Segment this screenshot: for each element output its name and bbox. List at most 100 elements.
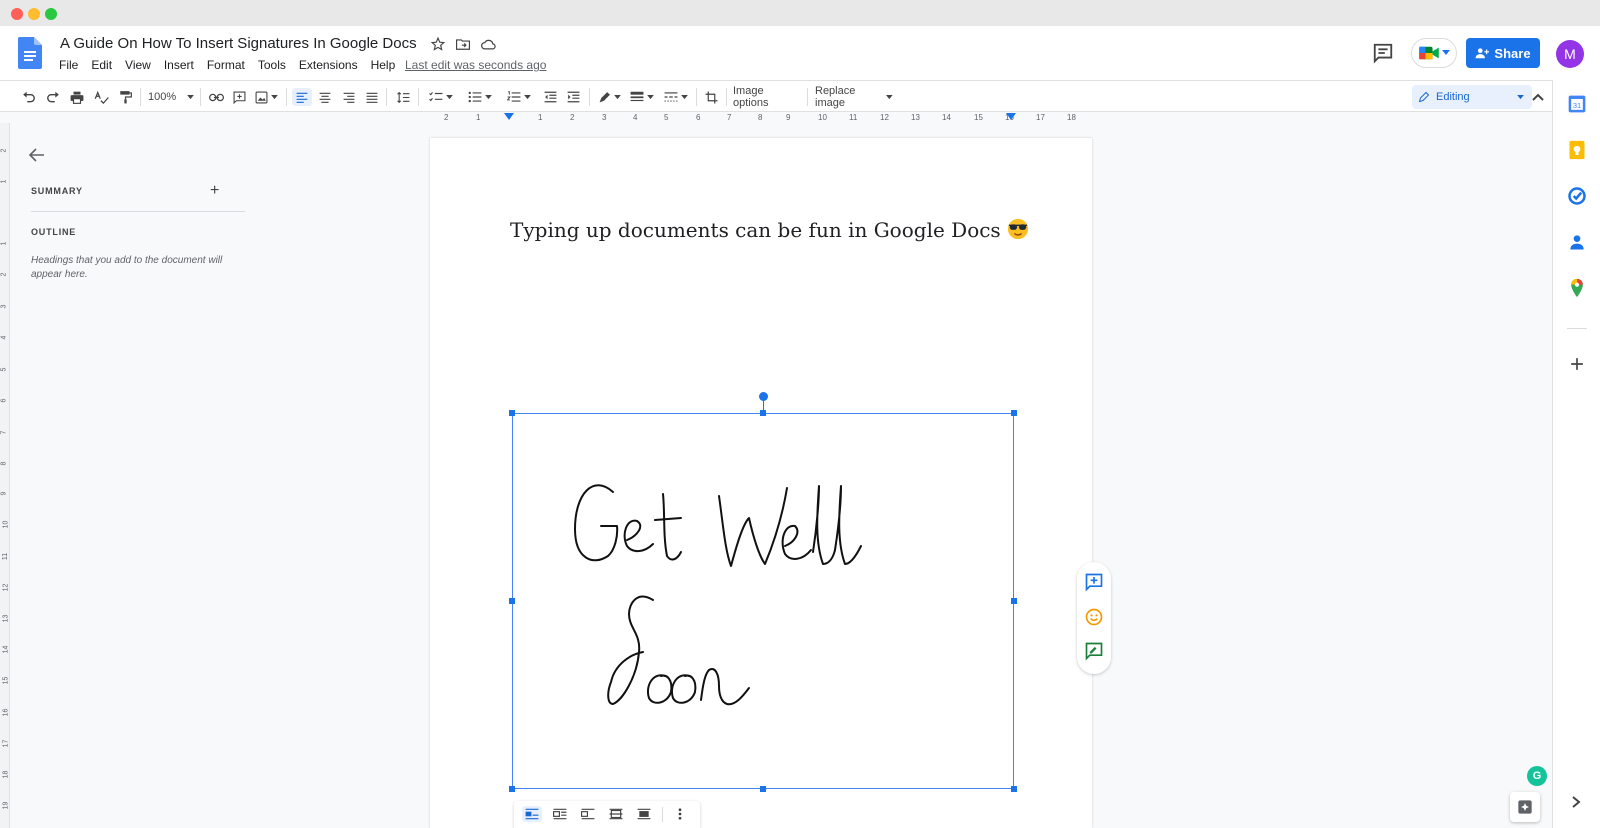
grammarly-icon[interactable]: G	[1527, 766, 1547, 786]
zoom-select[interactable]: 100%	[148, 88, 194, 106]
last-edit-link[interactable]: Last edit was seconds ago	[405, 58, 546, 72]
menu-file[interactable]: File	[59, 58, 78, 72]
comments-icon[interactable]	[1372, 42, 1394, 64]
window-titlebar	[0, 0, 1600, 26]
wrap-text-icon[interactable]	[550, 806, 570, 822]
chevron-down-icon	[647, 94, 654, 99]
inline-wrap-icon[interactable]	[522, 806, 542, 822]
ruler-tick: 2	[444, 113, 449, 122]
contacts-icon[interactable]	[1567, 232, 1587, 252]
ruler-tick: 3	[602, 113, 607, 122]
share-button[interactable]: Share	[1466, 38, 1540, 68]
resize-handle-se[interactable]	[1011, 786, 1017, 792]
docs-logo-icon[interactable]	[18, 37, 42, 69]
ruler-tick: 7	[727, 113, 732, 122]
image-options-button[interactable]: Image options	[733, 85, 801, 109]
account-avatar[interactable]: M	[1556, 40, 1584, 68]
line-spacing-icon[interactable]	[394, 88, 412, 106]
print-icon[interactable]	[68, 88, 86, 106]
border-weight-button[interactable]	[628, 88, 656, 106]
maps-icon[interactable]	[1567, 278, 1587, 298]
undo-icon[interactable]	[20, 88, 38, 106]
ruler-tick: 2	[0, 148, 8, 153]
minimize-window-button[interactable]	[28, 8, 40, 20]
break-text-icon[interactable]	[578, 806, 598, 822]
keep-icon[interactable]	[1567, 140, 1587, 160]
rotate-handle[interactable]	[759, 392, 768, 401]
add-icon[interactable]	[1567, 354, 1587, 374]
horizontal-ruler[interactable]: 2 1 1 2 3 4 5 6 7 8 9 10 11 12 13 14 15 …	[430, 113, 1092, 123]
resize-handle-ne[interactable]	[1011, 410, 1017, 416]
calendar-icon[interactable]: 31	[1567, 94, 1587, 114]
editing-mode-select[interactable]: Editing	[1412, 85, 1532, 109]
menu-help[interactable]: Help	[371, 58, 396, 72]
ruler-tick: 2	[0, 272, 8, 277]
menu-insert[interactable]: Insert	[164, 58, 194, 72]
align-right-icon[interactable]	[340, 88, 358, 106]
menu-edit[interactable]: Edit	[91, 58, 112, 72]
signature-image[interactable]	[512, 413, 1014, 789]
in-front-of-text-icon[interactable]	[634, 806, 654, 822]
back-arrow-icon[interactable]	[28, 146, 46, 164]
panel-divider	[31, 211, 245, 212]
resize-handle-nw[interactable]	[509, 410, 515, 416]
resize-handle-sw[interactable]	[509, 786, 515, 792]
explore-button[interactable]	[1510, 792, 1540, 822]
close-window-button[interactable]	[11, 8, 23, 20]
menu-format[interactable]: Format	[207, 58, 245, 72]
border-dash-button[interactable]	[662, 88, 690, 106]
paint-format-icon[interactable]	[116, 88, 134, 106]
add-comment-icon[interactable]	[1084, 572, 1104, 592]
vertical-ruler[interactable]: 2 1 1 2 3 4 5 6 7 8 9 10 11 12 13 14 15 …	[0, 123, 10, 828]
suggest-edits-icon[interactable]	[1084, 641, 1104, 661]
increase-indent-icon[interactable]	[564, 88, 582, 106]
right-indent-marker[interactable]	[1006, 113, 1016, 121]
replace-image-button[interactable]: Replace image	[815, 85, 893, 109]
behind-text-icon[interactable]	[606, 806, 626, 822]
justify-icon[interactable]	[363, 88, 381, 106]
cloud-saved-icon[interactable]	[479, 35, 497, 53]
star-icon[interactable]	[429, 35, 447, 53]
insert-link-icon[interactable]	[206, 88, 226, 106]
outline-heading: OUTLINE	[31, 227, 77, 237]
resize-handle-s[interactable]	[760, 786, 766, 792]
emoji-reaction-icon[interactable]	[1084, 607, 1104, 627]
chevron-down-icon	[613, 94, 621, 99]
ruler-tick: 5	[0, 367, 8, 372]
add-comment-icon[interactable]	[230, 88, 248, 106]
ruler-tick: 8	[758, 113, 763, 122]
meet-button[interactable]	[1411, 38, 1457, 68]
tasks-icon[interactable]	[1567, 186, 1587, 206]
bulleted-list-button[interactable]	[465, 88, 495, 106]
spellcheck-icon[interactable]	[92, 88, 110, 106]
chevron-up-icon[interactable]	[1530, 88, 1546, 106]
border-dash-icon	[664, 92, 678, 102]
maximize-window-button[interactable]	[45, 8, 57, 20]
ruler-tick: 1	[476, 113, 481, 122]
resize-handle-n[interactable]	[760, 410, 766, 416]
resize-handle-w[interactable]	[509, 598, 515, 604]
decrease-indent-icon[interactable]	[541, 88, 559, 106]
numbered-list-button[interactable]	[504, 88, 534, 106]
document-title[interactable]: A Guide On How To Insert Signatures In G…	[60, 35, 417, 52]
resize-handle-e[interactable]	[1011, 598, 1017, 604]
ruler-tick: 4	[633, 113, 638, 122]
left-indent-marker[interactable]	[504, 113, 514, 121]
menu-extensions[interactable]: Extensions	[299, 58, 358, 72]
chevron-right-icon[interactable]	[1570, 795, 1582, 809]
crop-icon[interactable]	[702, 88, 720, 106]
ruler-tick: 18	[2, 770, 10, 779]
align-center-icon[interactable]	[316, 88, 334, 106]
move-folder-icon[interactable]	[454, 35, 472, 53]
chevron-down-icon	[187, 94, 194, 99]
more-options-icon[interactable]	[670, 806, 690, 822]
checklist-button[interactable]	[426, 88, 456, 106]
menu-view[interactable]: View	[125, 58, 151, 72]
border-color-button[interactable]	[596, 88, 622, 106]
menu-tools[interactable]: Tools	[258, 58, 286, 72]
add-summary-button[interactable]: +	[210, 182, 219, 200]
document-paragraph[interactable]: Typing up documents can be fun in Google…	[510, 218, 1029, 242]
align-left-icon[interactable]	[292, 88, 312, 106]
insert-image-button[interactable]	[253, 88, 279, 106]
redo-icon[interactable]	[44, 88, 62, 106]
